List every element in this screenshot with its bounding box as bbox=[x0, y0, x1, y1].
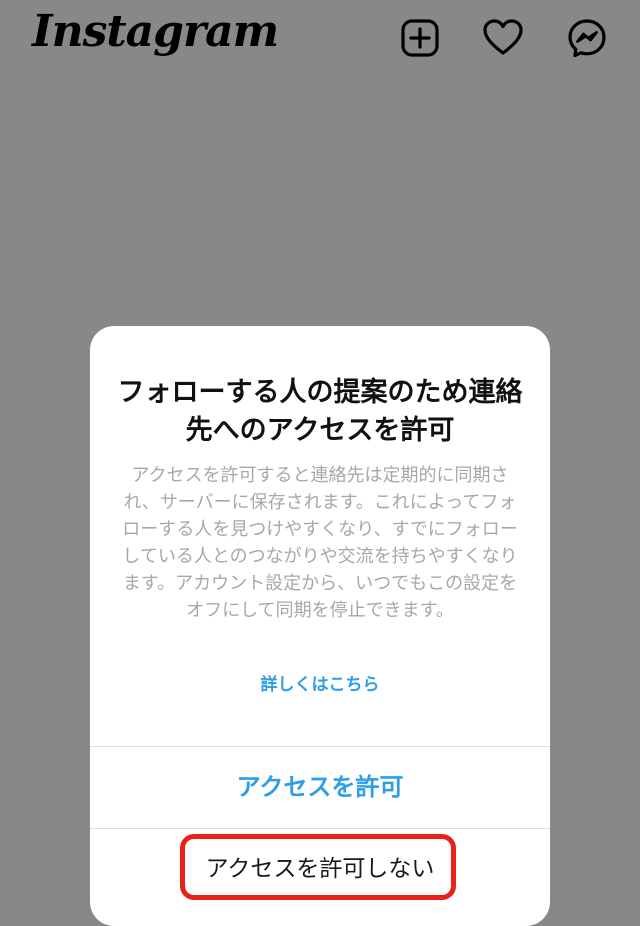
deny-access-button[interactable]: アクセスを許可しない bbox=[90, 829, 550, 909]
heart-icon[interactable] bbox=[483, 18, 523, 58]
allow-access-button[interactable]: アクセスを許可 bbox=[90, 747, 550, 828]
dialog-title: フォローする人の提案のため連絡先へのアクセスを許可 bbox=[117, 377, 523, 446]
learn-more-link[interactable]: 詳しくはこちら bbox=[90, 670, 550, 695]
app-header: Instagram bbox=[0, 0, 640, 80]
dialog-description: アクセスを許可すると連絡先は定期的に同期され、サーバーに保存されます。これによっ… bbox=[122, 465, 518, 621]
instagram-logo[interactable]: Instagram bbox=[32, 6, 279, 57]
contacts-permission-dialog: フォローする人の提案のため連絡先へのアクセスを許可 アクセスを許可すると連絡先は… bbox=[90, 326, 550, 926]
messenger-icon[interactable] bbox=[567, 18, 607, 58]
plus-square-icon[interactable] bbox=[400, 18, 440, 58]
